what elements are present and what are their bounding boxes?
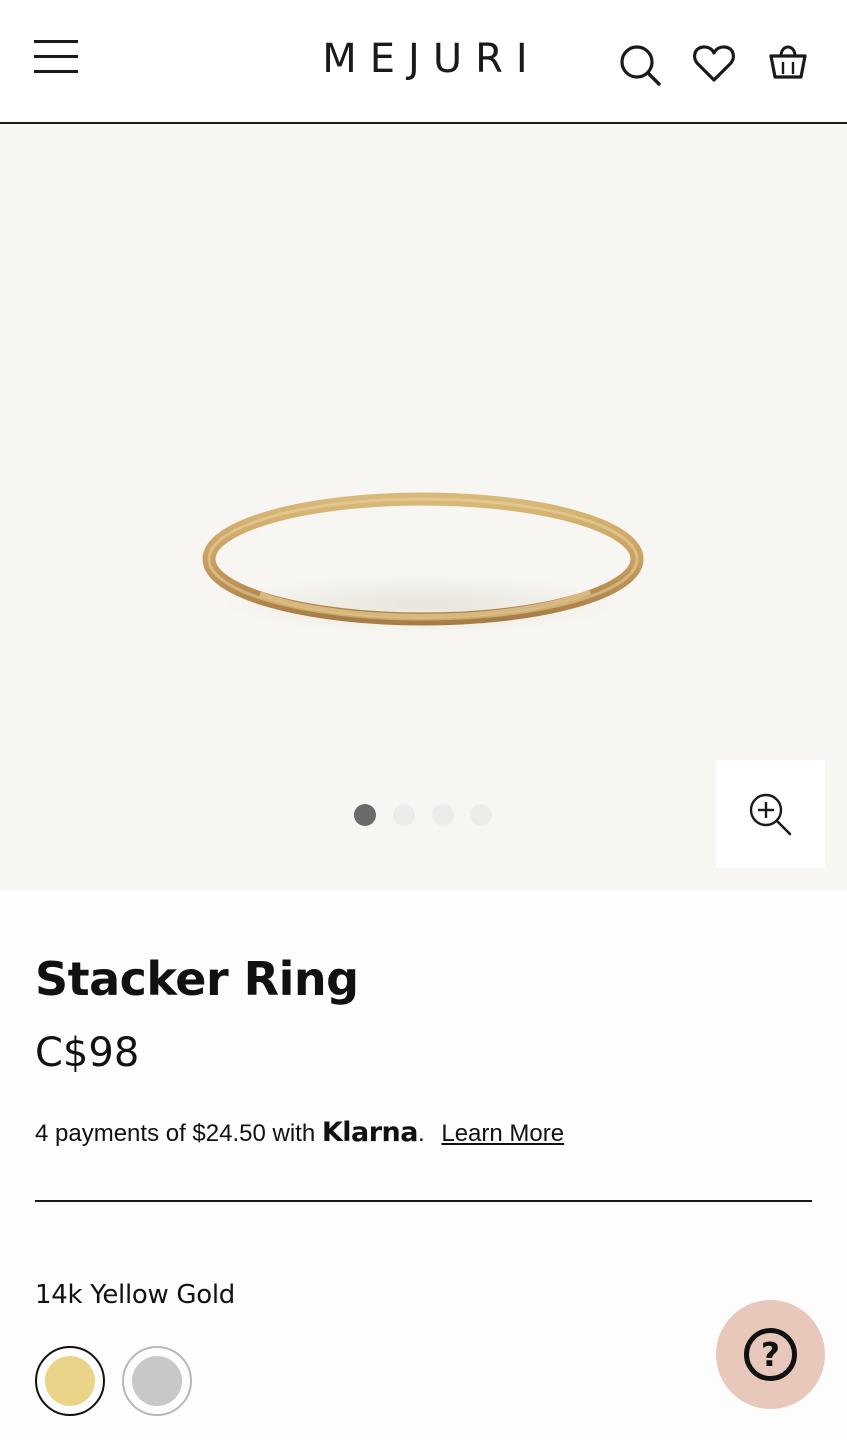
swatch-yellow-gold[interactable] xyxy=(35,1346,105,1416)
gallery-dot[interactable] xyxy=(393,804,415,826)
heart-icon[interactable] xyxy=(692,38,736,86)
gallery-dot[interactable] xyxy=(354,804,376,826)
product-price: C$98 xyxy=(35,1030,140,1076)
site-header: MEJURI xyxy=(0,0,847,124)
gallery-dot[interactable] xyxy=(470,804,492,826)
klarna-logo: Klarna xyxy=(321,1117,419,1148)
gallery-dot[interactable] xyxy=(432,804,454,826)
learn-more-link[interactable]: Learn More xyxy=(441,1120,564,1147)
search-icon[interactable] xyxy=(618,38,662,86)
question-mark-icon: ? xyxy=(744,1328,797,1381)
klarna-text: 4 payments of $24.50 with xyxy=(35,1120,316,1147)
brand-logo[interactable]: MEJURI xyxy=(300,36,550,82)
zoom-in-icon xyxy=(749,793,792,836)
divider xyxy=(35,1200,812,1202)
help-chat-button[interactable]: ? xyxy=(716,1300,825,1409)
klarna-period: . xyxy=(418,1120,425,1147)
shopping-bag-icon[interactable] xyxy=(766,38,810,86)
swatch-silver[interactable] xyxy=(122,1346,192,1416)
product-image-gallery[interactable] xyxy=(0,124,847,890)
material-label: 14k Yellow Gold xyxy=(35,1280,235,1310)
klarna-installments: 4 payments of $24.50 with Klarna. Learn … xyxy=(35,1117,564,1148)
product-title: Stacker Ring xyxy=(35,952,359,1006)
stacker-ring-image xyxy=(202,492,644,634)
menu-icon[interactable] xyxy=(34,38,80,78)
zoom-button[interactable] xyxy=(716,760,825,868)
